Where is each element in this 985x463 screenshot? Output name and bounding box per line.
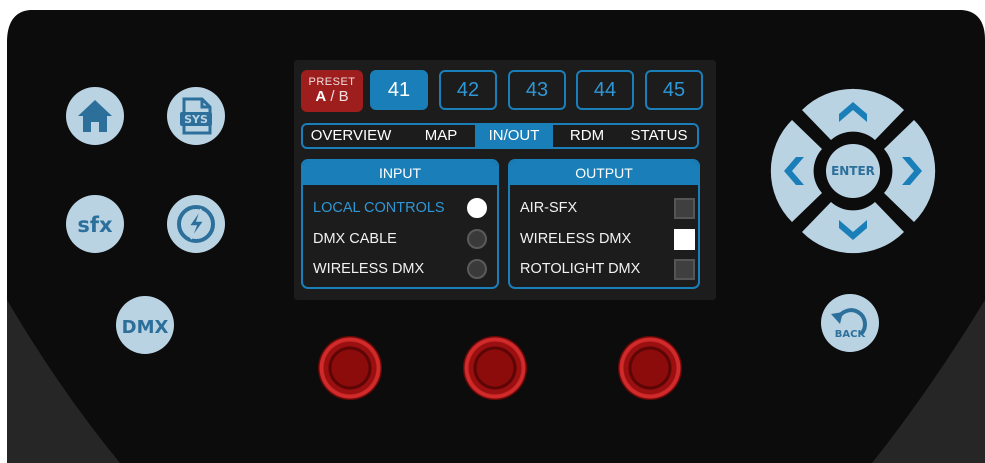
output-wireless-dmx-checkbox[interactable] — [674, 229, 695, 250]
preset-a: A — [315, 88, 327, 105]
input-dmx-cable-radio[interactable] — [467, 229, 487, 249]
file-sys-icon: SYS — [180, 97, 212, 135]
output-header: OUTPUT — [510, 161, 698, 185]
dpad: ENTER — [770, 88, 936, 254]
display-screen: PRESET A / B 41 42 43 44 45 OVERVIEW MAP… — [294, 60, 716, 300]
output-air-sfx-label: AIR-SFX — [520, 200, 578, 216]
output-panel: OUTPUT AIR-SFX WIRELESS DMX ROTOLIGHT DM… — [508, 159, 700, 289]
home-button[interactable] — [66, 87, 124, 145]
tab-rdm[interactable]: RDM — [565, 125, 609, 147]
dpad-left[interactable] — [770, 120, 822, 222]
input-wireless-dmx-label: WIRELESS DMX — [313, 261, 425, 277]
sys-button[interactable]: SYS — [167, 87, 225, 145]
preset-43[interactable]: 43 — [508, 70, 566, 110]
preset-44[interactable]: 44 — [576, 70, 634, 110]
controller-device: SYS sfx DMX PRESET A / B 41 42 43 44 45 … — [0, 0, 985, 463]
home-icon — [78, 100, 112, 132]
rotary-knob-3[interactable] — [618, 336, 682, 400]
dpad-right[interactable] — [884, 120, 936, 222]
tab-in-out[interactable]: IN/OUT — [475, 125, 553, 147]
output-wireless-dmx-label: WIRELESS DMX — [520, 231, 632, 247]
preset-title: PRESET — [308, 76, 356, 88]
input-wireless-dmx-radio[interactable] — [467, 259, 487, 279]
preset-45[interactable]: 45 — [645, 70, 703, 110]
lightning-icon — [177, 205, 215, 243]
input-dmx-cable-label: DMX CABLE — [313, 231, 397, 247]
power-button[interactable] — [167, 195, 225, 253]
tab-overview[interactable]: OVERVIEW — [303, 125, 399, 147]
preset-separator: / — [326, 88, 339, 105]
back-button[interactable]: BACK — [821, 294, 879, 352]
rotary-knob-2[interactable] — [463, 336, 527, 400]
back-label: BACK — [835, 329, 867, 340]
dpad-up[interactable] — [802, 88, 904, 140]
dmx-button[interactable]: DMX — [116, 296, 174, 354]
preset-42[interactable]: 42 — [439, 70, 497, 110]
back-arrow-icon: BACK — [831, 308, 867, 340]
input-local-controls-radio[interactable] — [467, 198, 487, 218]
sys-label: SYS — [184, 113, 208, 126]
preset-b: B — [338, 88, 349, 105]
tab-map[interactable]: MAP — [419, 125, 463, 147]
dpad-down[interactable] — [802, 202, 904, 254]
input-header: INPUT — [303, 161, 497, 185]
output-rotolight-dmx-label: ROTOLIGHT DMX — [520, 261, 641, 277]
input-local-controls-label: LOCAL CONTROLS — [313, 200, 445, 216]
preset-ab-button[interactable]: PRESET A / B — [301, 70, 363, 112]
sfx-button[interactable]: sfx — [66, 195, 124, 253]
dmx-label: DMX — [122, 317, 169, 338]
preset-41[interactable]: 41 — [370, 70, 428, 110]
tab-status[interactable]: STATUS — [621, 125, 697, 147]
output-rotolight-dmx-checkbox[interactable] — [674, 259, 695, 280]
tab-bar: OVERVIEW MAP IN/OUT RDM STATUS — [301, 123, 699, 149]
enter-label: ENTER — [831, 164, 875, 178]
sfx-label: sfx — [77, 213, 113, 237]
output-air-sfx-checkbox[interactable] — [674, 198, 695, 219]
input-panel: INPUT LOCAL CONTROLS DMX CABLE WIRELESS … — [301, 159, 499, 289]
rotary-knob-1[interactable] — [318, 336, 382, 400]
